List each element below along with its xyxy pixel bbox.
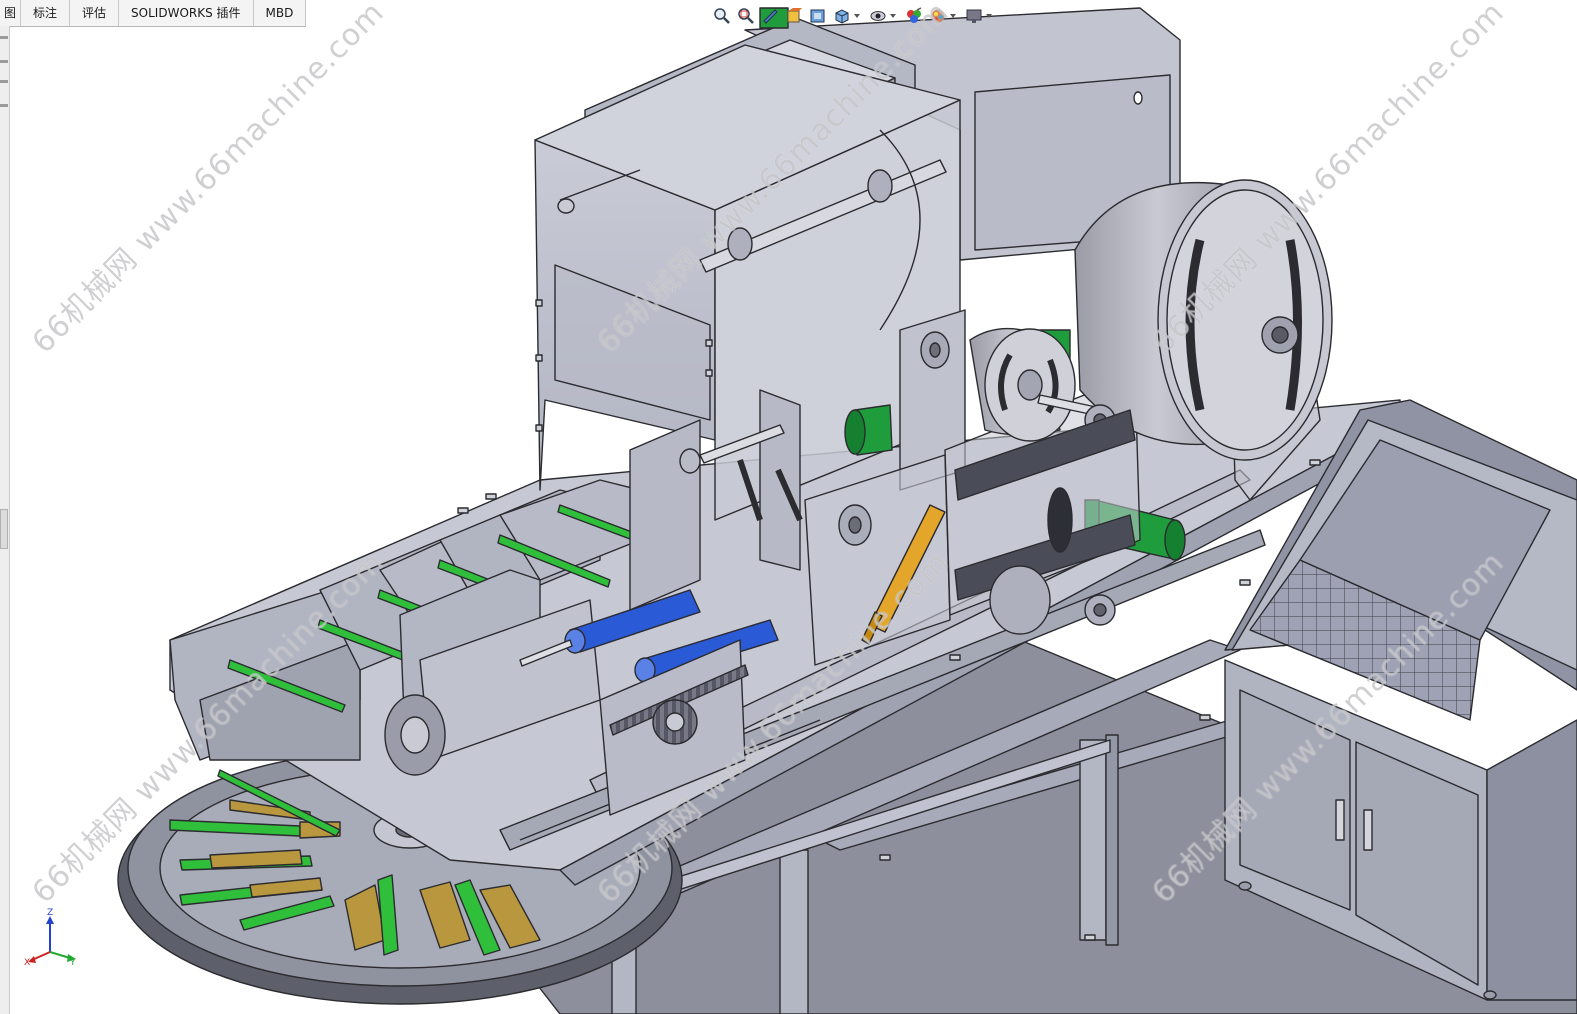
display-style-icon[interactable] [868,6,888,26]
section-view-icon[interactable] [784,6,804,26]
panel-marker [0,104,8,107]
machine-assembly-model[interactable] [0,0,1577,1014]
frame-leg [779,849,809,1014]
frame-leg [1079,739,1107,941]
tab-view[interactable]: 图 [0,0,22,26]
door-handle [1363,809,1373,851]
graphics-area[interactable]: 图 标注 评估 SOLIDWORKS 插件 MBD 66机械网 www.66ma… [0,0,1577,1014]
panel-marker [0,36,8,39]
apply-scene-icon[interactable] [928,6,948,26]
panel-marker [0,60,8,63]
triad-z-label: Z [47,908,54,918]
tab-solidworks-addins[interactable]: SOLIDWORKS 插件 [119,0,254,26]
frame-leg [1105,734,1119,946]
view-orientation-icon[interactable] [832,6,852,26]
zoom-to-fit-icon[interactable] [712,6,732,26]
previous-view-icon[interactable] [760,6,780,26]
zoom-to-area-icon[interactable] [736,6,756,26]
triad-y-label: Y [70,958,76,968]
tab-evaluate[interactable]: 评估 [70,0,120,26]
tab-mbd[interactable]: MBD [254,0,307,26]
door-handle [1335,799,1345,841]
view-settings-icon[interactable] [964,6,984,26]
command-manager-tabs: 图 标注 评估 SOLIDWORKS 插件 MBD [0,0,307,27]
panel-resize-grip[interactable] [0,509,8,549]
orientation-triad: Z X Y [24,908,84,974]
chevron-down-icon[interactable] [854,14,860,18]
small-reel [969,327,1076,442]
cabinet-right [1486,719,1577,1001]
edit-appearance-icon[interactable] [904,6,924,26]
dynamic-annotation-icon[interactable] [808,6,828,26]
tab-annotation[interactable]: 标注 [21,0,71,26]
green-motor [844,404,893,456]
feature-manager-collapsed[interactable] [0,26,10,1014]
heads-up-view-toolbar [712,6,996,26]
chevron-down-icon[interactable] [890,14,896,18]
panel-marker [0,80,8,83]
triad-x-label: X [24,958,31,968]
chevron-down-icon[interactable] [986,14,992,18]
chevron-down-icon[interactable] [950,14,956,18]
